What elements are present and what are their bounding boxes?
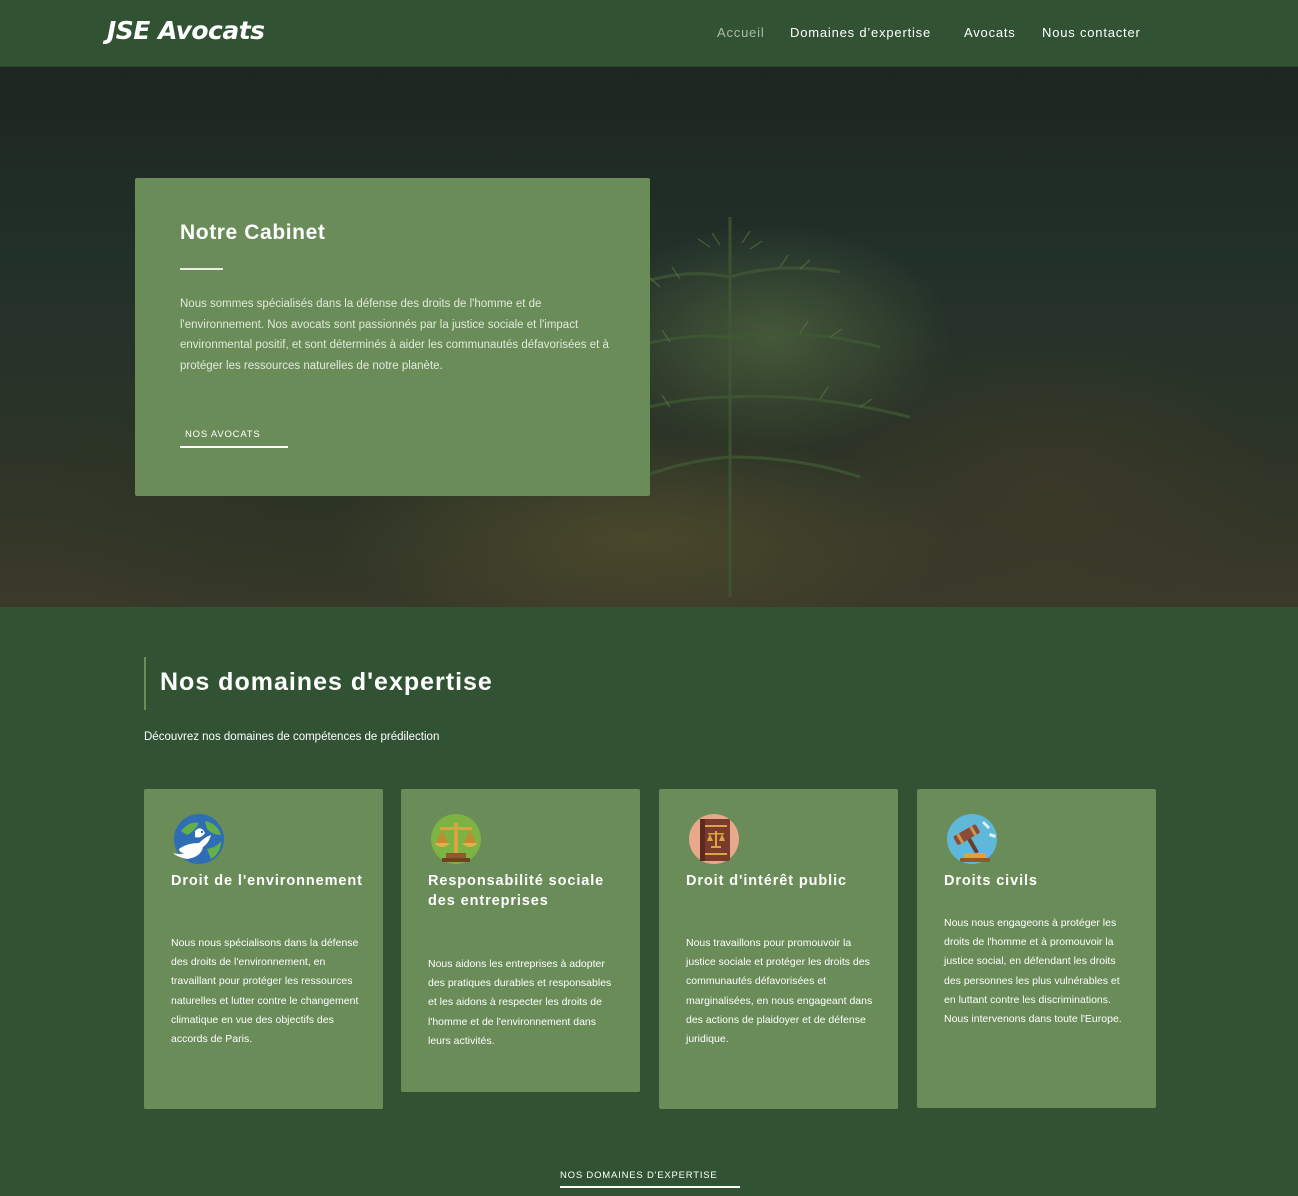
nav-accueil[interactable]: Accueil bbox=[717, 25, 765, 40]
nos-avocats-button[interactable]: NOS AVOCATS bbox=[180, 429, 288, 448]
cabinet-card: Notre Cabinet Nous sommes spécialisés da… bbox=[135, 178, 650, 496]
scales-of-justice-icon bbox=[431, 814, 481, 864]
card-description: Nous nous engageons à protéger les droit… bbox=[944, 917, 1122, 1026]
dove-earth-icon bbox=[173, 814, 224, 864]
gavel-icon bbox=[947, 814, 997, 864]
card-description: Nous travaillons pour promouvoir la just… bbox=[686, 937, 873, 1046]
site-header: JSE Avocats Accueil Domaines d’expertise… bbox=[0, 0, 1298, 67]
expertise-card-droits-civils[interactable]: Droits civils Nous nous engageons à prot… bbox=[917, 789, 1156, 1108]
expertise-card-rse[interactable]: Responsabilité sociale des entreprises N… bbox=[401, 789, 640, 1092]
card-title: Droit d'intérêt public bbox=[686, 873, 847, 889]
cabinet-description: Nous sommes spécialisés dans la défense … bbox=[180, 298, 609, 372]
card-description: Nous aidons les entreprises à adopter de… bbox=[428, 958, 612, 1047]
card-title: Droits civils bbox=[944, 873, 1038, 889]
hero-section: Notre Cabinet Nous sommes spécialisés da… bbox=[0, 67, 1298, 607]
main-nav: Accueil Domaines d’expertise Avocats Nou… bbox=[0, 25, 1298, 45]
nav-avocats[interactable]: Avocats bbox=[964, 25, 1016, 40]
law-book-icon bbox=[689, 814, 739, 864]
card-description: Nous nous spécialisons dans la défense d… bbox=[171, 937, 359, 1046]
section-subtitle: Découvrez nos domaines de compétences de… bbox=[144, 731, 440, 743]
expertise-card-interet-public[interactable]: Droit d'intérêt public Nous travaillons … bbox=[659, 789, 898, 1109]
card-title: Droit de l'environnement bbox=[171, 873, 363, 889]
nav-nous-contacter[interactable]: Nous contacter bbox=[1042, 25, 1141, 40]
card-title: Responsabilité sociale des entreprises bbox=[428, 873, 605, 909]
nos-domaines-expertise-button[interactable]: NOS DOMAINES D'EXPERTISE bbox=[560, 1170, 740, 1188]
nav-domaines-expertise[interactable]: Domaines d’expertise bbox=[790, 25, 931, 40]
title-divider bbox=[180, 268, 223, 270]
cabinet-title: Notre Cabinet bbox=[180, 221, 326, 244]
section-title: Nos domaines d'expertise bbox=[160, 668, 493, 696]
expertise-card-environnement[interactable]: Droit de l'environnement Nous nous spéci… bbox=[144, 789, 383, 1109]
section-accent-bar bbox=[144, 657, 146, 710]
